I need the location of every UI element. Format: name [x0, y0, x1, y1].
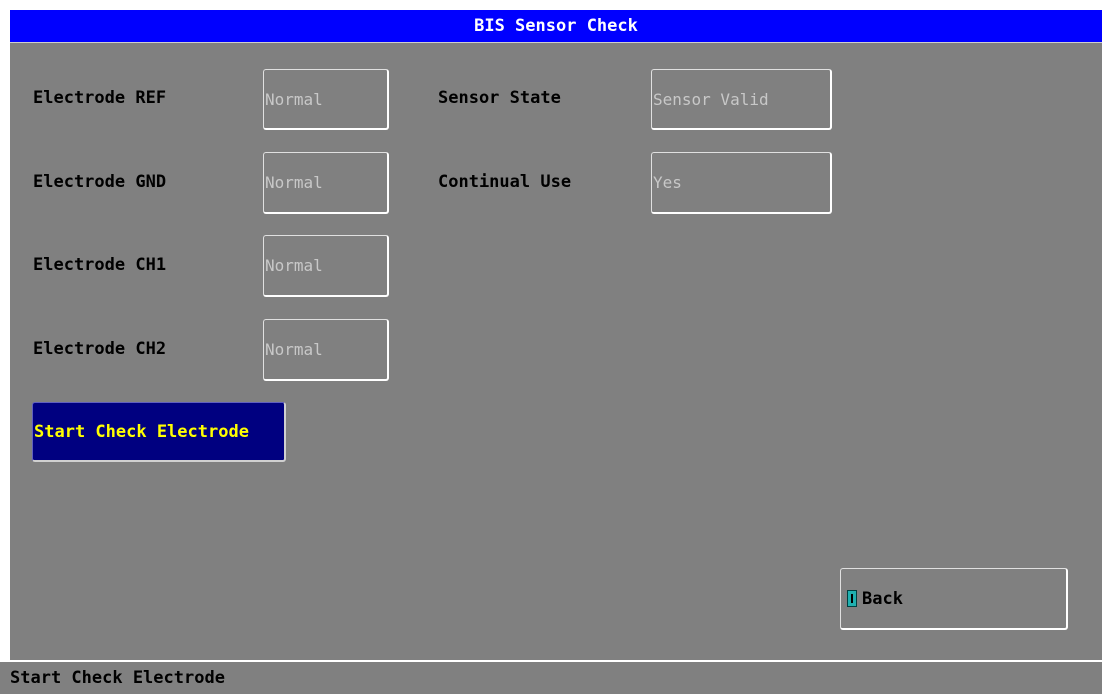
- back-button-label: Back: [862, 588, 903, 609]
- electrode-ch2-field: Normal: [263, 319, 389, 381]
- sensor-state-field: Sensor Valid: [651, 69, 832, 130]
- electrode-ch1-label: Electrode CH1: [33, 255, 167, 275]
- left-margin: [0, 0, 10, 660]
- electrode-ref-label: Electrode REF: [33, 88, 167, 108]
- status-bar: Start Check Electrode: [0, 660, 1102, 694]
- main-panel: Electrode REF Normal Electrode GND Norma…: [10, 43, 1102, 660]
- electrode-gnd-field: Normal: [263, 152, 389, 214]
- sensor-state-label: Sensor State: [438, 88, 561, 108]
- window-title: BIS Sensor Check: [10, 10, 1102, 43]
- electrode-ch2-label: Electrode CH2: [33, 339, 167, 359]
- electrode-ch1-field: Normal: [263, 235, 389, 297]
- start-check-electrode-button[interactable]: Start Check Electrode: [32, 402, 286, 462]
- electrode-ref-field: Normal: [263, 69, 389, 130]
- continual-use-label: Continual Use: [438, 172, 572, 192]
- back-button[interactable]: Back: [840, 568, 1068, 630]
- continual-use-field: Yes: [651, 152, 832, 214]
- bis-sensor-check-screen: BIS Sensor Check Electrode REF Normal El…: [0, 0, 1102, 694]
- electrode-gnd-label: Electrode GND: [33, 172, 167, 192]
- exit-door-icon: [847, 590, 857, 607]
